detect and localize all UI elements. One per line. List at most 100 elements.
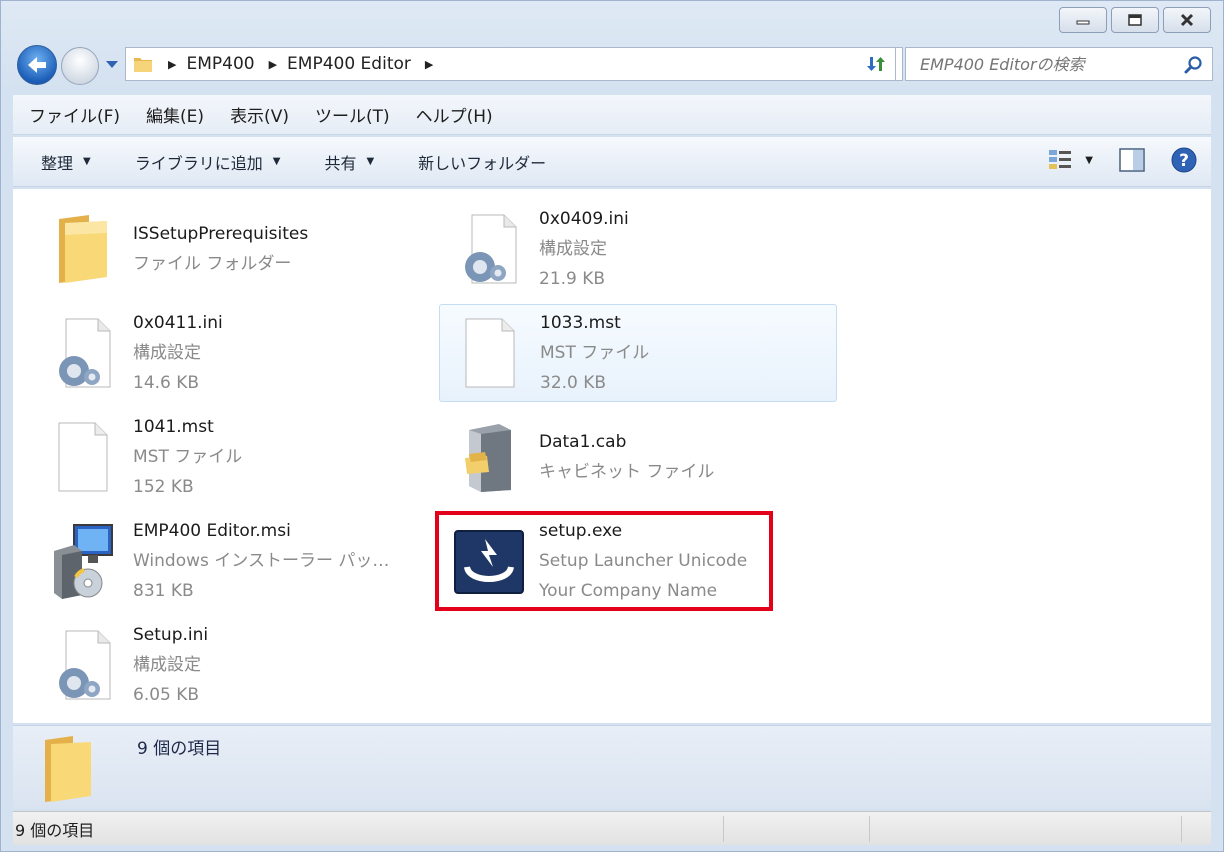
- chevron-down-icon: ▼: [1085, 154, 1093, 166]
- file-name: 1033.mst: [540, 313, 621, 333]
- minimize-button[interactable]: [1059, 7, 1107, 33]
- back-arrow-icon: [28, 57, 46, 73]
- menu-help[interactable]: ヘルプ(H): [416, 102, 493, 127]
- file-size: 21.9 KB: [539, 269, 606, 289]
- preview-pane-icon[interactable]: [1119, 148, 1145, 172]
- new-folder-button[interactable]: 新しいフォルダー: [418, 150, 546, 174]
- menu-edit[interactable]: 編集(E): [146, 102, 204, 127]
- status-divider: [869, 816, 870, 842]
- file-size: 152 KB: [133, 477, 194, 497]
- organize-button[interactable]: 整理 ▼: [41, 150, 91, 174]
- status-divider: [1181, 816, 1182, 842]
- caption-buttons: [1055, 7, 1211, 33]
- list-item-data1-cab[interactable]: Data1.cab キャビネット ファイル: [423, 409, 819, 505]
- details-item-count: 9 個の項目: [137, 739, 222, 759]
- config-file-icon: [465, 214, 517, 284]
- chevron-down-icon: ▼: [83, 156, 91, 167]
- status-divider: [723, 816, 724, 842]
- change-view-button[interactable]: ▼: [1047, 148, 1093, 172]
- breadcrumb-separator[interactable]: ▶: [425, 58, 433, 71]
- folder-icon: [134, 58, 152, 72]
- status-item-count: 9 個の項目: [15, 820, 95, 840]
- file-list: ISSetupPrerequisites ファイル フォルダー 0x0409.i…: [13, 189, 1211, 723]
- file-name: 0x0411.ini: [133, 313, 223, 333]
- file-name: 0x0409.ini: [539, 209, 629, 229]
- minimize-icon: [1076, 20, 1090, 25]
- add-to-library-button[interactable]: ライブラリに追加 ▼: [135, 150, 281, 174]
- file-type: MST ファイル: [133, 447, 243, 467]
- back-button[interactable]: [17, 45, 57, 85]
- menu-view[interactable]: 表示(V): [230, 102, 289, 127]
- file-type: 構成設定: [539, 239, 607, 259]
- breadcrumb-separator[interactable]: ▶: [168, 58, 176, 71]
- file-description: Setup Launcher Unicode: [539, 551, 748, 571]
- navigation-bar: ▶ EMP400 ▶ EMP400 Editor ▶: [13, 41, 1213, 87]
- file-size: 14.6 KB: [133, 373, 200, 393]
- breadcrumb-emp400[interactable]: EMP400: [186, 54, 254, 74]
- command-bar: 整理 ▼ ライブラリに追加 ▼ 共有 ▼ 新しいフォルダー ▼ ?: [13, 137, 1211, 187]
- file-name: EMP400 Editor.msi: [133, 521, 291, 541]
- search-input[interactable]: [920, 54, 1170, 74]
- share-button[interactable]: 共有 ▼: [324, 150, 374, 174]
- list-item-0x0411-ini[interactable]: 0x0411.ini 構成設定 14.6 KB: [17, 305, 413, 401]
- list-item-setup-ini[interactable]: Setup.ini 構成設定 6.05 KB: [17, 617, 413, 713]
- address-bar[interactable]: ▶ EMP400 ▶ EMP400 Editor ▶: [125, 47, 903, 81]
- file-size: 32.0 KB: [540, 373, 607, 393]
- file-name: Data1.cab: [539, 432, 627, 452]
- forward-button[interactable]: [61, 47, 99, 85]
- organize-label: 整理: [41, 153, 74, 173]
- share-label: 共有: [324, 153, 357, 173]
- file-type: MST ファイル: [540, 343, 650, 363]
- svg-text:?: ?: [1179, 151, 1189, 171]
- blank-file-icon: [465, 318, 515, 388]
- menu-tools[interactable]: ツール(T): [315, 102, 390, 127]
- folder-icon: [45, 736, 91, 802]
- view-options-icon: [1049, 150, 1072, 169]
- list-item-setup-exe[interactable]: setup.exe Setup Launcher Unicode Your Co…: [423, 513, 819, 609]
- maximize-button[interactable]: [1111, 7, 1159, 33]
- search-icon[interactable]: [1184, 55, 1204, 75]
- new-folder-label: 新しいフォルダー: [418, 153, 547, 173]
- file-type: Windows インストーラー パッ…: [133, 551, 390, 571]
- close-icon: [1180, 13, 1194, 27]
- config-file-icon: [59, 318, 111, 388]
- restore-icon: [1128, 14, 1142, 26]
- help-icon[interactable]: ?: [1171, 147, 1197, 173]
- folder-icon: [59, 215, 107, 283]
- file-type: ファイル フォルダー: [133, 254, 292, 274]
- blank-file-icon: [58, 422, 108, 492]
- details-pane: 9 個の項目: [13, 725, 1211, 809]
- list-item-isSetupPrerequisites[interactable]: ISSetupPrerequisites ファイル フォルダー: [17, 201, 413, 297]
- add-to-library-label: ライブラリに追加: [134, 153, 263, 173]
- explorer-window: ▶ EMP400 ▶ EMP400 Editor ▶ ファイル(F) 編集(E)…: [0, 0, 1224, 852]
- file-size: 831 KB: [133, 581, 194, 601]
- list-item-1033-mst[interactable]: 1033.mst MST ファイル 32.0 KB: [439, 304, 837, 402]
- search-box[interactable]: [905, 47, 1213, 81]
- file-name: 1041.mst: [133, 417, 214, 437]
- file-type: 構成設定: [133, 655, 201, 675]
- file-size: 6.05 KB: [133, 685, 200, 705]
- menu-bar: ファイル(F) 編集(E) 表示(V) ツール(T) ヘルプ(H): [13, 95, 1211, 135]
- menu-file[interactable]: ファイル(F): [29, 102, 120, 127]
- config-file-icon: [59, 630, 111, 700]
- chevron-down-icon: ▼: [272, 156, 281, 167]
- file-company: Your Company Name: [539, 581, 718, 601]
- file-name: ISSetupPrerequisites: [133, 224, 309, 244]
- list-item-1041-mst[interactable]: 1041.mst MST ファイル 152 KB: [17, 409, 413, 505]
- file-type: 構成設定: [133, 343, 201, 363]
- list-item-0x0409-ini[interactable]: 0x0409.ini 構成設定 21.9 KB: [423, 201, 819, 297]
- breadcrumb-separator[interactable]: ▶: [269, 58, 277, 71]
- installer-icon: [54, 524, 113, 599]
- close-button[interactable]: [1163, 7, 1211, 33]
- file-name: Setup.ini: [133, 625, 209, 645]
- file-type: キャビネット ファイル: [539, 462, 715, 482]
- history-dropdown-icon[interactable]: [105, 59, 119, 69]
- refresh-icon: [866, 57, 885, 71]
- setup-launcher-icon: [454, 530, 524, 594]
- view-controls: ▼ ?: [1047, 147, 1197, 173]
- refresh-button[interactable]: [856, 47, 896, 81]
- breadcrumb-emp400-editor[interactable]: EMP400 Editor: [287, 54, 411, 74]
- list-item-emp400-editor-msi[interactable]: EMP400 Editor.msi Windows インストーラー パッ… 83…: [17, 513, 413, 609]
- status-bar: 9 個の項目: [13, 811, 1211, 845]
- file-name: setup.exe: [539, 521, 623, 541]
